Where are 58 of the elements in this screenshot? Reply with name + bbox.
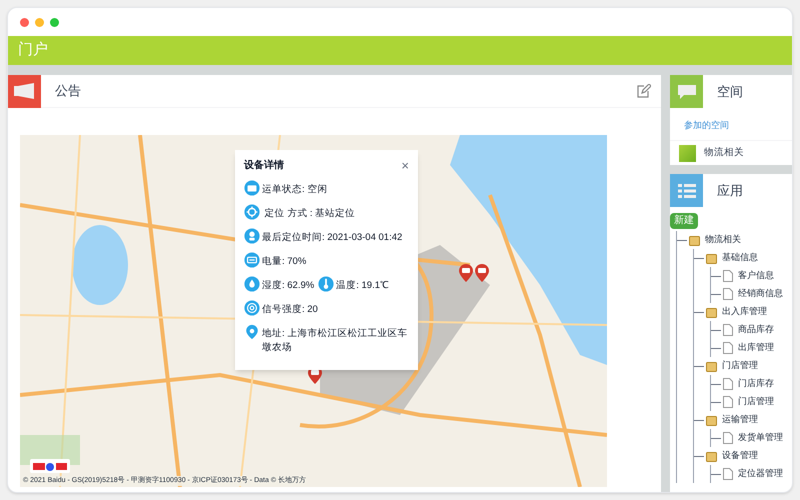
thermometer-icon	[318, 276, 334, 292]
signal-icon	[244, 300, 260, 316]
megaphone-icon	[12, 83, 36, 99]
detail-text: 湿度: 62.9%	[262, 279, 314, 293]
tree-item[interactable]: 运输管理	[722, 413, 758, 427]
document-icon	[723, 396, 733, 408]
detail-text: 地址: 上海市松江区松江工业区车墩农场	[262, 327, 408, 355]
tree-item[interactable]: 出入库管理	[722, 305, 767, 319]
folder-icon	[706, 414, 717, 426]
drop-icon	[244, 276, 260, 292]
detail-text: 电量: 70%	[262, 255, 306, 269]
document-icon	[723, 288, 733, 300]
tree-item[interactable]: 客户信息	[738, 269, 774, 283]
panel-title: 应用	[717, 182, 743, 200]
chat-bubble-icon	[676, 84, 696, 100]
tree-item[interactable]: 设备管理	[722, 449, 758, 463]
waybill-icon	[244, 180, 260, 196]
detail-text: 最后定位时间: 2021-03-04 01:42	[262, 231, 402, 245]
list-icon	[676, 182, 696, 198]
popup-title: 设备详情	[244, 158, 284, 173]
tree-item[interactable]: 发货单管理	[738, 431, 783, 445]
folder-icon	[706, 306, 717, 318]
tree-item[interactable]: 经销商信息	[738, 287, 783, 301]
tree-item[interactable]: 基础信息	[722, 251, 758, 265]
space-item[interactable]: 物流相关	[704, 146, 744, 160]
folder-icon	[706, 252, 717, 264]
detail-text: 定位 方式 : 基站定位	[264, 207, 356, 221]
document-icon	[723, 270, 733, 282]
document-icon	[723, 342, 733, 354]
folder-icon	[706, 360, 717, 372]
edit-icon[interactable]	[637, 84, 651, 98]
tree-item[interactable]: 门店管理	[722, 359, 758, 373]
locate-icon	[244, 204, 260, 220]
map-marker-icon	[458, 263, 474, 283]
detail-text: 运单状态: 空闲	[262, 183, 328, 197]
document-icon	[723, 324, 733, 336]
detail-text: 温度: 19.1℃	[336, 279, 389, 293]
panel-title: 空间	[717, 82, 743, 101]
tree-item[interactable]: 定位器管理	[738, 467, 783, 481]
document-icon	[723, 468, 733, 480]
close-button[interactable]: ×	[401, 159, 409, 172]
panel-title: 公告	[55, 82, 82, 100]
document-icon	[723, 432, 733, 444]
space-thumbnail	[679, 144, 696, 162]
joined-spaces-link[interactable]: 参加的空间	[684, 120, 729, 130]
map-marker-icon	[474, 263, 490, 283]
document-icon	[723, 378, 733, 390]
tree-item[interactable]: 门店库存	[738, 377, 774, 391]
folder-icon	[689, 234, 700, 246]
battery-icon	[244, 252, 260, 268]
tree-item[interactable]: 门店管理	[738, 395, 774, 409]
page-title: 门户	[18, 40, 48, 60]
tree-item[interactable]: 商品库存	[738, 323, 774, 337]
tree-item[interactable]: 物流相关	[705, 233, 741, 247]
tree-item[interactable]: 出库管理	[738, 341, 774, 355]
folder-icon	[706, 450, 717, 462]
detail-text: 信号强度: 20	[262, 303, 318, 317]
pin-icon	[244, 324, 260, 340]
